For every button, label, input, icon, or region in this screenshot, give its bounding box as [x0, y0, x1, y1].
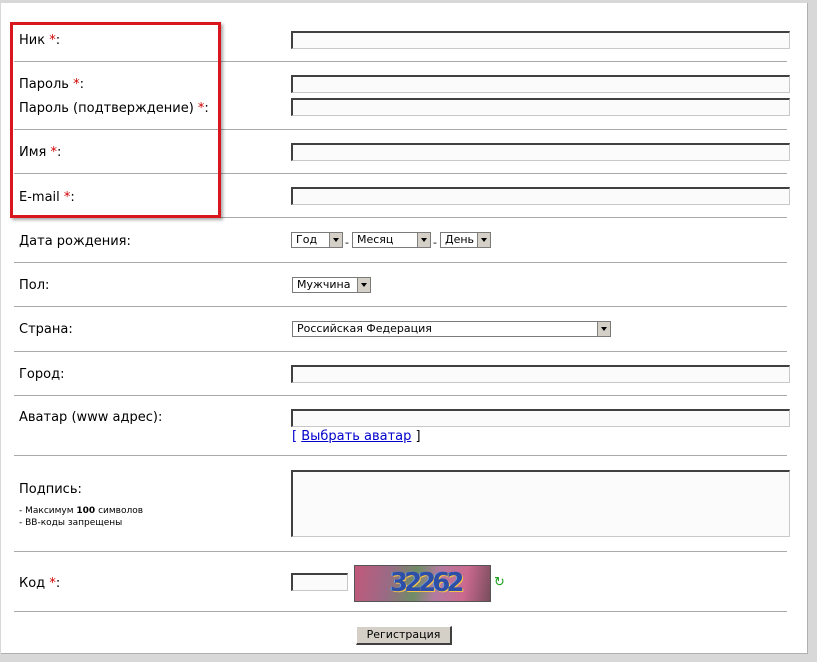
- date-separator: -: [433, 236, 437, 249]
- birth-month-select[interactable]: Месяц: [352, 232, 431, 248]
- captcha-text: 32262: [390, 568, 464, 598]
- signature-label: Подпись:: [19, 482, 82, 497]
- gender-label: Пол:: [19, 278, 50, 293]
- chevron-down-icon: [597, 322, 610, 336]
- birth-day-select[interactable]: День: [440, 232, 491, 248]
- city-input[interactable]: [291, 365, 790, 383]
- city-label: Город:: [19, 367, 65, 382]
- choose-avatar-link[interactable]: Выбрать аватар: [301, 429, 411, 444]
- email-input[interactable]: [291, 187, 790, 205]
- divider: [14, 306, 787, 307]
- choose-avatar-row: [ Выбрать аватар ]: [292, 429, 421, 444]
- divider: [14, 455, 787, 456]
- signature-hint-length: - Максимум 100 символов: [19, 506, 144, 516]
- highlight-box: [10, 22, 221, 218]
- code-label: Код *:: [19, 576, 61, 591]
- divider: [14, 551, 787, 552]
- chevron-down-icon: [477, 233, 490, 247]
- register-button[interactable]: Регистрация: [356, 626, 452, 645]
- chevron-down-icon: [329, 233, 342, 247]
- country-select[interactable]: Российская Федерация: [292, 321, 611, 337]
- captcha-image: 32262: [354, 565, 491, 602]
- signature-hint-bbcode: - BB-коды запрещены: [19, 518, 123, 528]
- captcha-input[interactable]: [291, 573, 348, 591]
- name-input[interactable]: [291, 143, 790, 161]
- country-label: Страна:: [19, 322, 73, 337]
- date-separator: -: [345, 236, 349, 249]
- refresh-icon[interactable]: ↻: [494, 575, 505, 590]
- birthdate-label: Дата рождения:: [19, 234, 131, 249]
- password-confirm-input[interactable]: [291, 98, 790, 116]
- password-input[interactable]: [291, 75, 790, 93]
- divider: [14, 611, 787, 612]
- avatar-label: Аватар (www адрес):: [19, 410, 163, 425]
- divider: [14, 351, 787, 352]
- chevron-down-icon: [357, 278, 370, 292]
- chevron-down-icon: [417, 233, 430, 247]
- divider: [14, 262, 787, 263]
- gender-select[interactable]: Мужчина: [292, 277, 371, 293]
- signature-textarea[interactable]: [291, 470, 790, 537]
- nick-input[interactable]: [291, 31, 790, 49]
- divider: [14, 395, 787, 396]
- birth-year-select[interactable]: Год: [291, 232, 343, 248]
- avatar-url-input[interactable]: [291, 409, 790, 427]
